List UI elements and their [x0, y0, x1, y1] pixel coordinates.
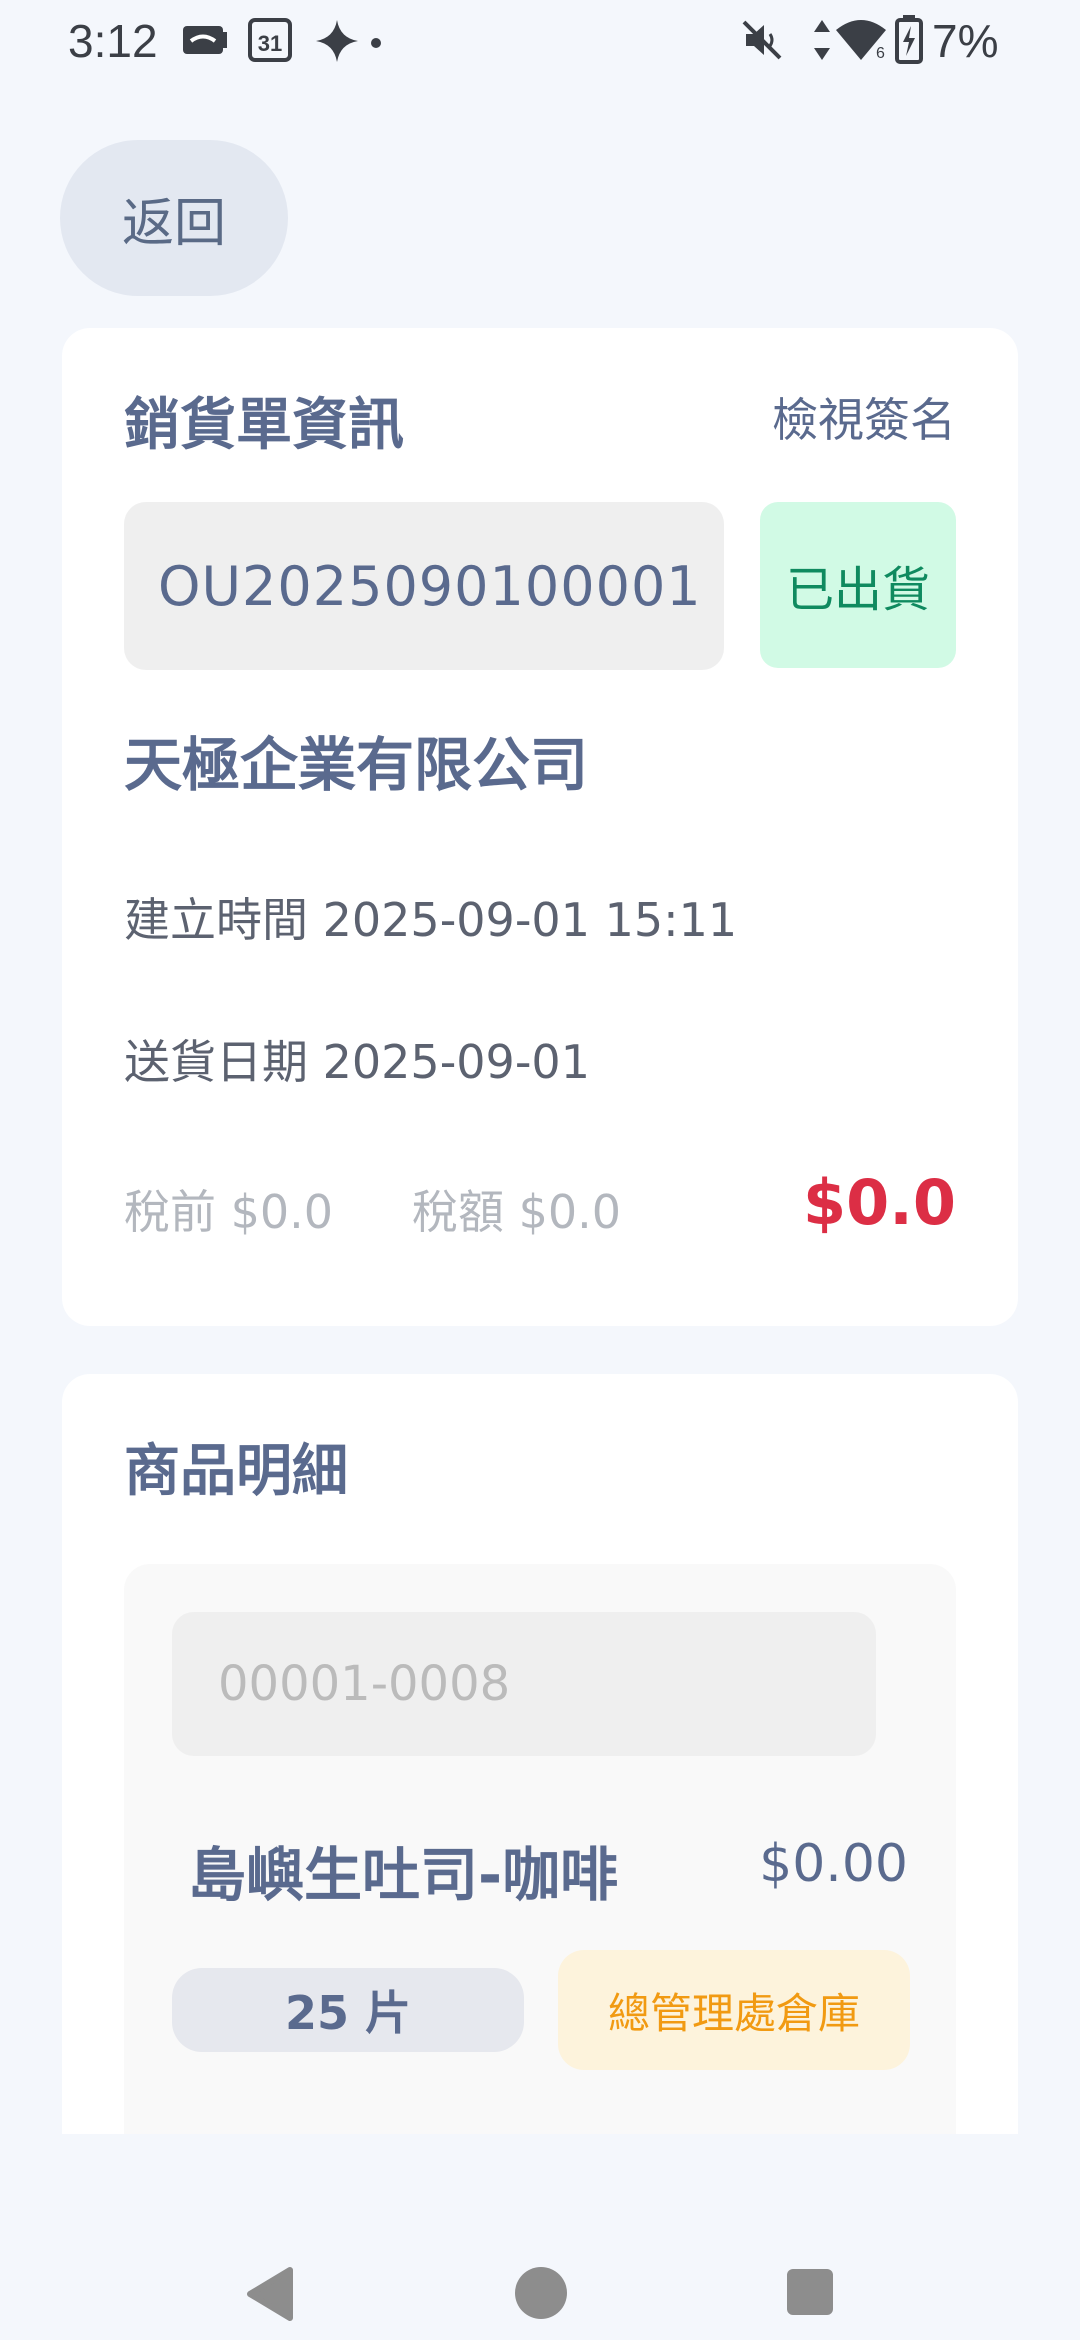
grand-total: $0.0 [803, 1166, 956, 1239]
item-name: 島嶼生吐司-咖啡 [188, 1841, 619, 1909]
wifi-icon: 6 [834, 18, 888, 66]
pretax-label: 稅前 [124, 1185, 216, 1239]
company-name: 天極企業有限公司 [124, 731, 589, 799]
item-warehouse-badge: 總管理處倉庫 [558, 1950, 910, 2070]
items-title: 商品明細 [124, 1439, 348, 1504]
sparkle-icon [314, 18, 360, 68]
tax-value: $0.0 [518, 1185, 622, 1239]
created-time-label: 建立時間 [124, 893, 308, 947]
mute-icon [740, 18, 784, 66]
tax-amount: 稅額 $0.0 [412, 1176, 621, 1242]
calendar-day-text: 31 [258, 31, 282, 56]
pretax-amount: 稅前 $0.0 [124, 1176, 333, 1242]
delivery-date-value: 2025-09-01 [322, 1035, 590, 1089]
status-bar: 3:12 31 6 7% [0, 0, 1080, 84]
item-quantity: 25 片 [172, 1968, 524, 2052]
created-time-value: 2025-09-01 15:11 [322, 893, 738, 947]
tax-label: 稅額 [412, 1185, 504, 1239]
recents-square-icon[interactable] [786, 2268, 834, 2320]
back-triangle-icon[interactable] [244, 2266, 294, 2326]
order-number-value: OU2025090100001 [158, 554, 702, 618]
dot-icon [370, 34, 382, 53]
calendar-icon: 31 [248, 16, 292, 66]
delivery-date-row: 送貨日期 2025-09-01 [124, 1026, 590, 1092]
item-price: $0.00 [759, 1834, 908, 1894]
status-time: 3:12 [68, 15, 158, 67]
back-button[interactable]: 返回 [60, 140, 288, 296]
battery-charging-icon [894, 14, 924, 68]
order-number-field: OU2025090100001 [124, 502, 724, 670]
view-signature-link[interactable]: 檢視簽名 [772, 384, 956, 450]
cast-icon [182, 22, 228, 62]
items-card: 商品明細 00001-0008 島嶼生吐司-咖啡 $0.00 25 片 總管理處… [62, 1374, 1018, 2164]
item-code: 00001-0008 [218, 1656, 511, 1712]
list-item[interactable]: 00001-0008 島嶼生吐司-咖啡 $0.00 25 片 總管理處倉庫 [124, 1564, 956, 2164]
data-arrows-icon [812, 18, 832, 66]
order-info-card: 銷貨單資訊 檢視簽名 OU2025090100001 已出貨 天極企業有限公司 … [62, 328, 1018, 1326]
status-badge: 已出貨 [760, 502, 956, 668]
item-code-field: 00001-0008 [172, 1612, 876, 1756]
wifi-badge-text: 6 [876, 45, 885, 62]
battery-percent: 7% [932, 15, 999, 67]
home-circle-icon[interactable] [514, 2266, 568, 2324]
created-time-row: 建立時間 2025-09-01 15:11 [124, 884, 737, 950]
pretax-value: $0.0 [230, 1185, 334, 1239]
order-info-title: 銷貨單資訊 [124, 393, 404, 458]
system-nav-bar [0, 2134, 1080, 2340]
delivery-date-label: 送貨日期 [124, 1035, 308, 1089]
